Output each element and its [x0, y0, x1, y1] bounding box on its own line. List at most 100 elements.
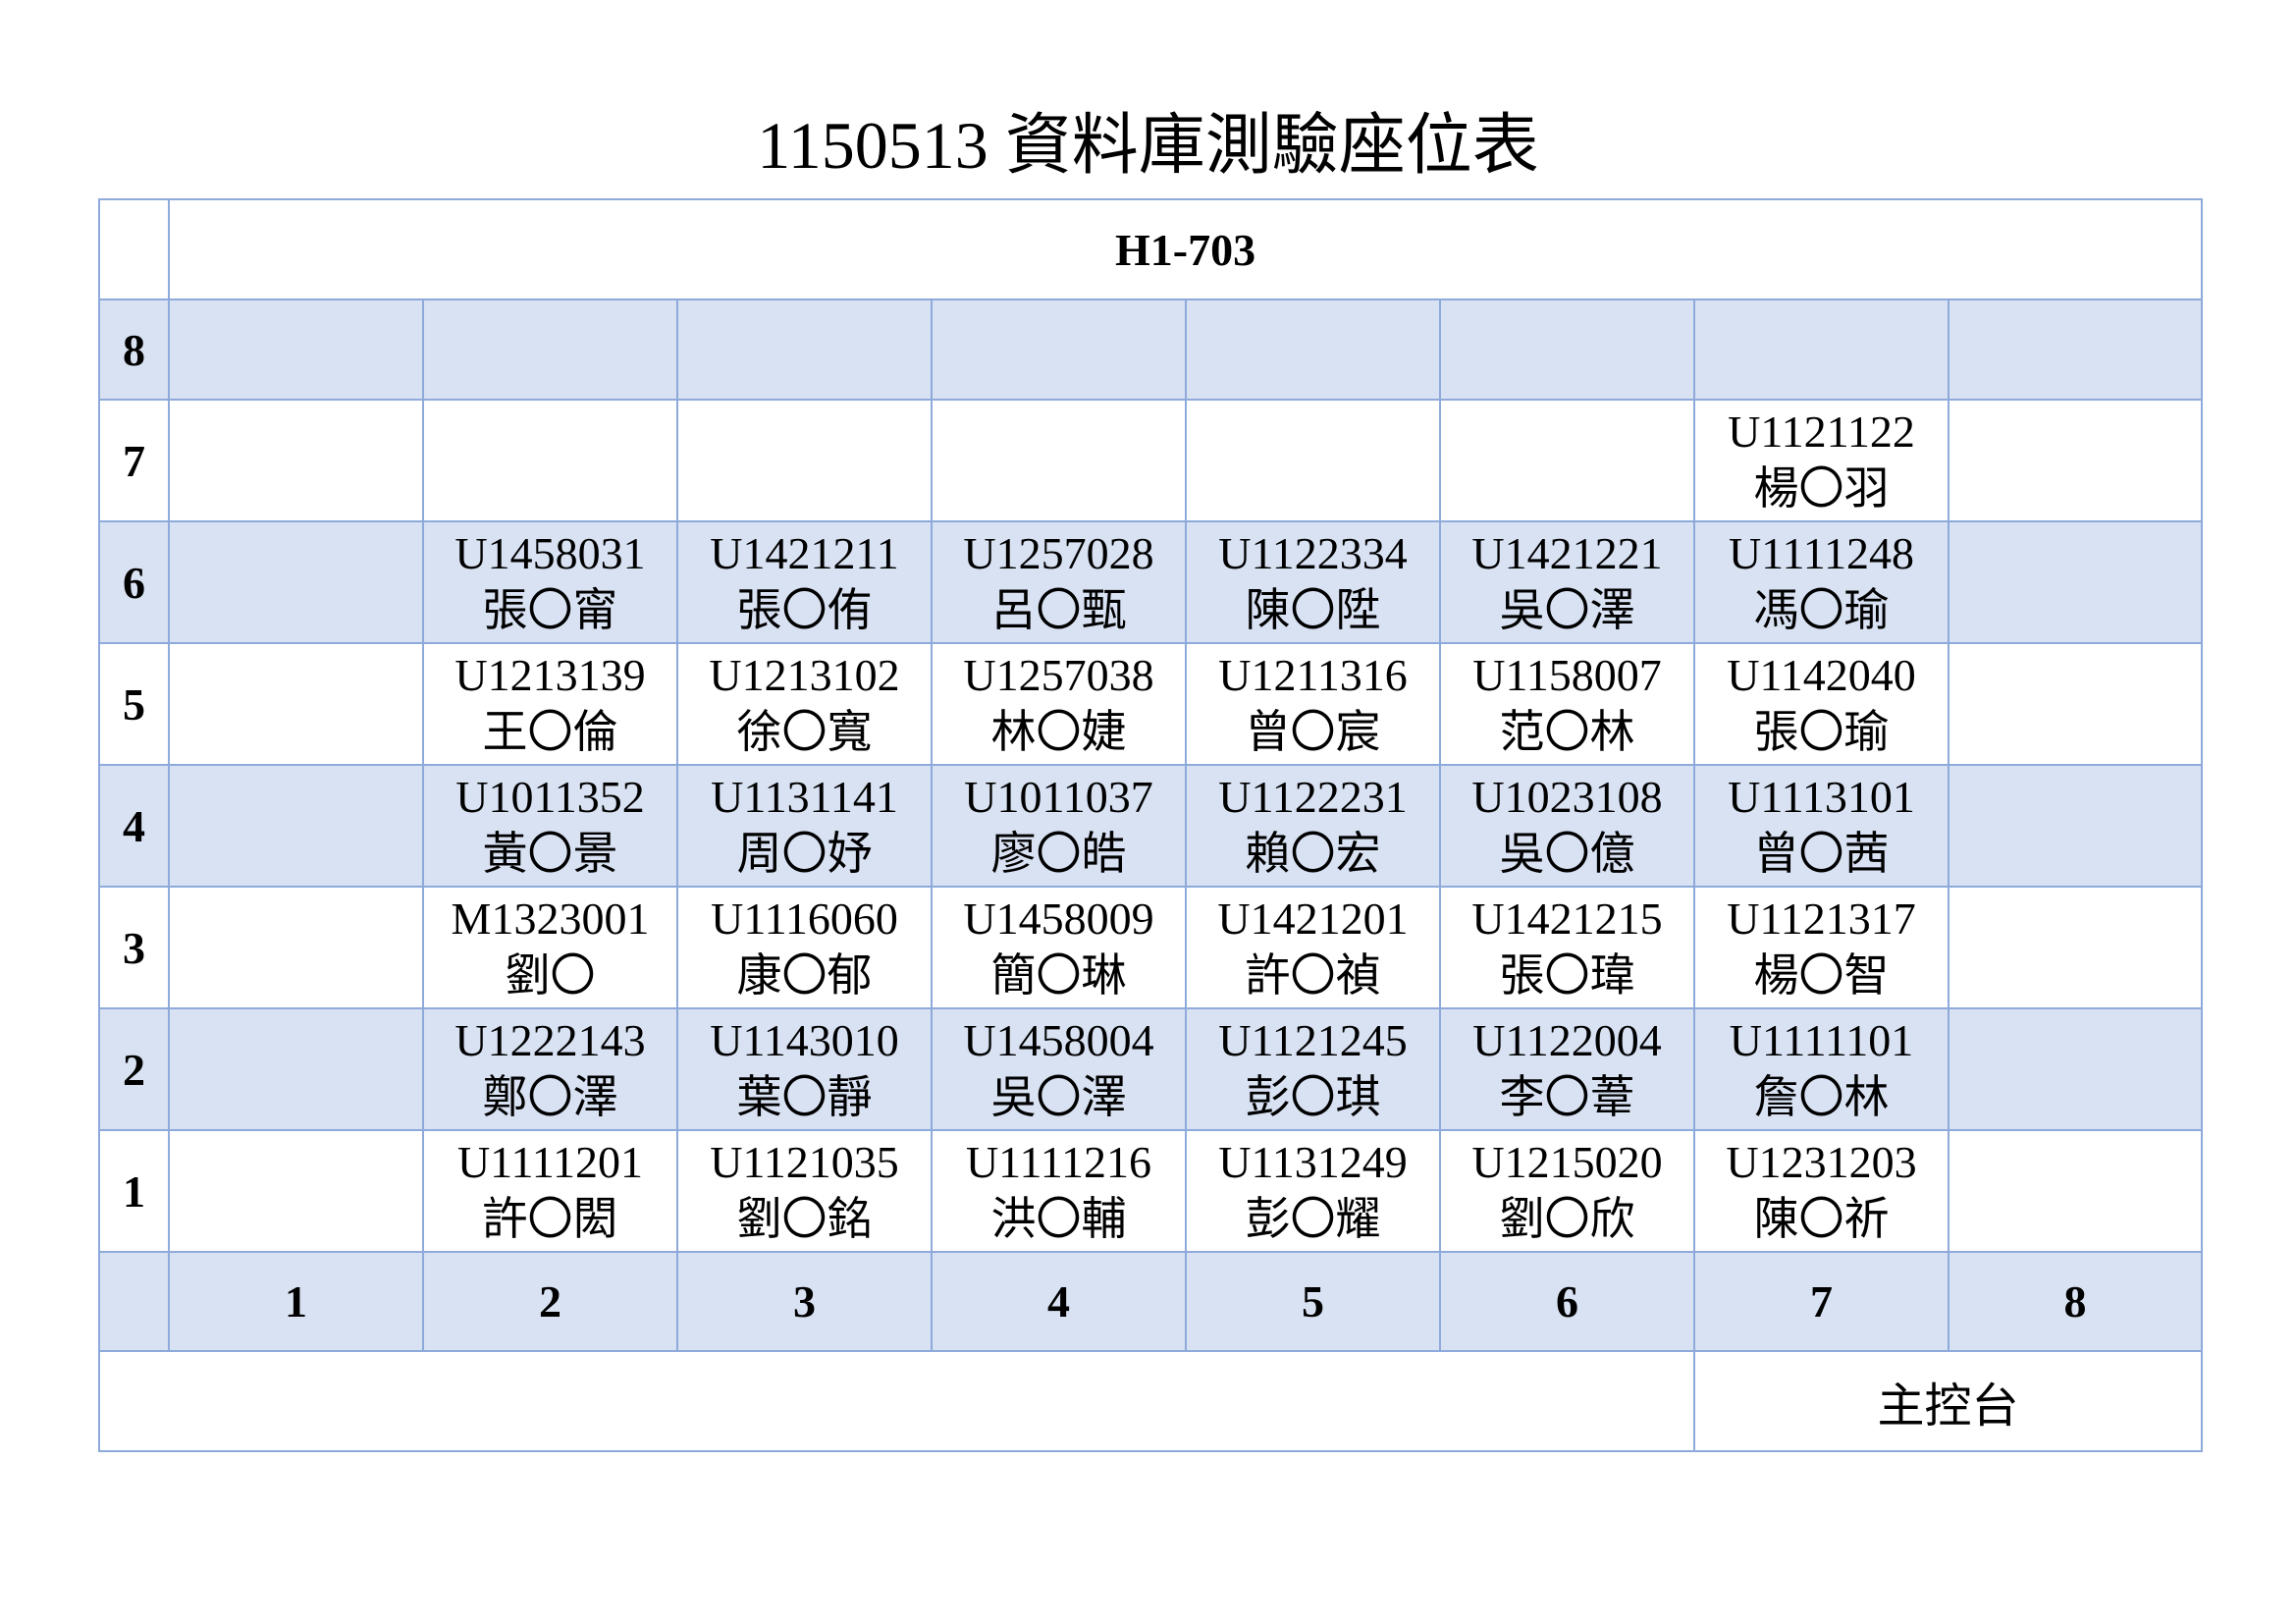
seat-cell — [1693, 298, 1949, 401]
seat-cell: U1121245 彭〇琪 — [1185, 1007, 1441, 1131]
student-id: U1131141 — [711, 772, 898, 822]
student-id: U1122004 — [1472, 1015, 1662, 1065]
seat-cell: U1458031 張〇甯 — [422, 520, 678, 644]
room-cell: H1-703 — [167, 198, 2204, 300]
row-number: 1 — [123, 1165, 145, 1217]
student-name: 簡〇琳 — [990, 950, 1127, 1001]
seat-cell: U1111216 洪〇輔 — [931, 1129, 1187, 1253]
student-name: 周〇妤 — [736, 829, 873, 879]
console-cell: 主控台 — [1692, 1350, 2204, 1452]
student-id: U1257028 — [963, 528, 1154, 578]
student-id: U1111201 — [456, 1137, 644, 1187]
row-number: 4 — [123, 800, 145, 851]
column-number-cell: 6 — [1439, 1251, 1695, 1352]
column-number: 2 — [539, 1276, 561, 1326]
column-number: 7 — [1810, 1276, 1833, 1326]
seat-cell — [1439, 298, 1695, 401]
student-name: 張〇瑜 — [1753, 707, 1890, 757]
seat-row-2: 2 U1222143 鄭〇澤 U1143010 葉〇靜 U1458004 吳〇澤 U11212… — [98, 1007, 2204, 1131]
student-name: 李〇葦 — [1499, 1072, 1635, 1122]
seating-table: H1-703 8 7 U1121122 楊〇羽 6 U1458031 張〇甯 U1421211… — [98, 198, 2204, 1452]
row-number-cell: 7 — [98, 399, 170, 522]
student-id: U1122334 — [1218, 528, 1408, 578]
seat-cell: U1158007 范〇林 — [1439, 642, 1695, 766]
student-id: U1011352 — [455, 772, 645, 822]
seat-cell — [1947, 886, 2204, 1009]
seat-row-5: 5 U1213139 王〇倫 U1213102 徐〇寬 U1257038 林〇婕 U12113… — [98, 642, 2204, 766]
seat-cell: U1143010 葉〇靜 — [676, 1007, 933, 1131]
student-name: 張〇瑋 — [1499, 950, 1635, 1001]
seating-table-body: H1-703 8 7 U1121122 楊〇羽 6 U1458031 張〇甯 U1421211… — [98, 198, 2204, 1452]
student-id: U1111216 — [965, 1137, 1152, 1187]
student-name: 楊〇羽 — [1753, 463, 1890, 514]
seat-cell: U1111101 詹〇林 — [1693, 1007, 1949, 1131]
seat-row-4: 4 U1011352 黃〇景 U1131141 周〇妤 U1011037 廖〇皓 U11222… — [98, 764, 2204, 888]
student-name: 曾〇茜 — [1753, 829, 1890, 879]
seat-cell: U1257028 呂〇甄 — [931, 520, 1187, 644]
seat-cell — [168, 1007, 424, 1131]
student-id: U1023108 — [1471, 772, 1663, 822]
student-name: 陳〇祈 — [1753, 1194, 1890, 1244]
student-id: U1158007 — [1472, 650, 1662, 700]
seat-cell: U1111201 許〇閎 — [422, 1129, 678, 1253]
student-id: U1257038 — [963, 650, 1154, 700]
column-number-row: 1 2 3 4 5 6 7 8 — [98, 1251, 2204, 1352]
student-id: U1113101 — [1728, 772, 1915, 822]
seat-cell — [168, 642, 424, 766]
column-number-cell: 4 — [931, 1251, 1187, 1352]
seat-cell: U1121035 劉〇銘 — [676, 1129, 933, 1253]
student-id: U1142040 — [1727, 650, 1916, 700]
row-number-cell: 8 — [98, 298, 170, 401]
student-id: U1222143 — [454, 1015, 646, 1065]
student-id: U1011037 — [964, 772, 1153, 822]
room-header-row: H1-703 — [98, 198, 2204, 300]
student-name: 呂〇甄 — [990, 585, 1127, 635]
seat-cell — [1185, 298, 1441, 401]
seat-cell — [1947, 520, 2204, 644]
row-number: 3 — [123, 922, 145, 973]
seat-cell: U1011037 廖〇皓 — [931, 764, 1187, 888]
seat-cell — [1947, 399, 2204, 522]
seat-cell — [168, 764, 424, 888]
student-id: U1421221 — [1471, 528, 1663, 578]
seat-row-8: 8 — [98, 298, 2204, 401]
seat-cell: U1142040 張〇瑜 — [1693, 642, 1949, 766]
seat-cell: U1222143 鄭〇澤 — [422, 1007, 678, 1131]
seat-cell: U1122004 李〇葦 — [1439, 1007, 1695, 1131]
seat-cell: U1211316 曾〇宸 — [1185, 642, 1441, 766]
student-id: U1215020 — [1471, 1137, 1663, 1187]
student-id: U1231203 — [1726, 1137, 1917, 1187]
row-number-cell: 2 — [98, 1007, 170, 1131]
seat-cell — [1185, 399, 1441, 522]
column-number: 8 — [2063, 1276, 2087, 1326]
row-number-cell: 4 — [98, 764, 170, 888]
column-number: 1 — [285, 1276, 307, 1326]
seat-cell — [422, 399, 678, 522]
seat-cell: U1121317 楊〇智 — [1693, 886, 1949, 1009]
student-name: 劉〇 — [505, 950, 596, 1001]
student-name: 張〇侑 — [736, 585, 873, 635]
corner-cell — [98, 1251, 170, 1352]
seat-cell — [931, 298, 1187, 401]
column-number-cell: 1 — [168, 1251, 424, 1352]
student-id: U1122231 — [1218, 772, 1408, 822]
student-name: 吳〇億 — [1499, 829, 1635, 879]
student-name: 楊〇智 — [1753, 950, 1890, 1001]
seat-cell — [1947, 298, 2204, 401]
student-id: U1421215 — [1471, 893, 1663, 944]
row-number-cell: 5 — [98, 642, 170, 766]
seat-cell: U1213139 王〇倫 — [422, 642, 678, 766]
seat-cell — [676, 298, 933, 401]
student-name: 馮〇瑜 — [1753, 585, 1890, 635]
seat-cell — [168, 520, 424, 644]
student-name: 詹〇林 — [1753, 1072, 1890, 1122]
student-id: U1116060 — [711, 893, 898, 944]
student-id: U1143010 — [710, 1015, 899, 1065]
seat-cell — [168, 298, 424, 401]
seat-cell: U1122334 陳〇陞 — [1185, 520, 1441, 644]
student-name: 賴〇宏 — [1245, 829, 1381, 879]
seat-cell: U1131249 彭〇耀 — [1185, 1129, 1441, 1253]
corner-cell — [98, 198, 170, 300]
seat-cell: U1121122 楊〇羽 — [1693, 399, 1949, 522]
seat-cell: U1023108 吳〇億 — [1439, 764, 1695, 888]
